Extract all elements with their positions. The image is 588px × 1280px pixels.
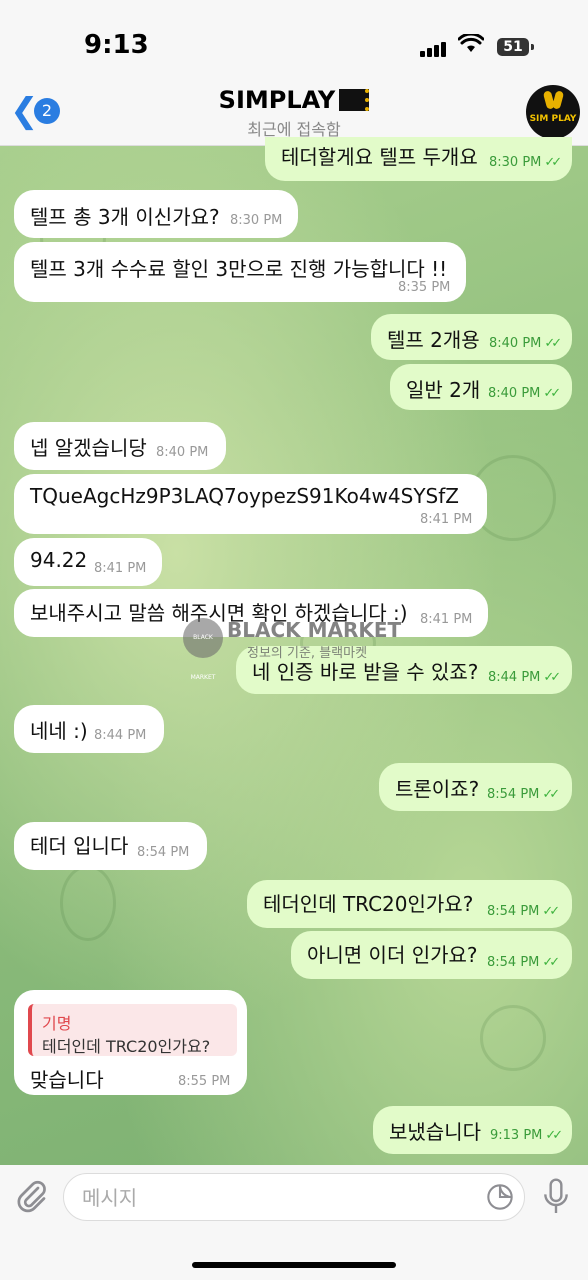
message-time: 8:35 PM <box>398 280 451 295</box>
message-time: 8:40 PM <box>489 336 542 351</box>
message-time: 8:44 PM <box>488 670 541 685</box>
message-time: 8:41 PM <box>94 561 147 576</box>
status-bar: 9:13 51 <box>0 0 588 80</box>
message-text: 일반 2개 <box>406 378 481 402</box>
watermark: BLACK MARKET BLACK MARKET 정보의 기준, 블랙마켓 <box>183 616 403 681</box>
message-bubble-outgoing[interactable]: 트론이죠? 8:54 PM ✓✓ <box>379 763 572 811</box>
message-time: 8:54 PM <box>487 904 540 919</box>
microphone-icon[interactable] <box>540 1177 572 1217</box>
reply-author: 기명 <box>42 1014 72 1033</box>
reply-text: 테더인데 TRC20인가요? <box>42 1037 211 1056</box>
message-bubble-outgoing[interactable]: 아니면 이더 인가요? 8:54 PM ✓✓ <box>291 931 572 979</box>
read-check-icon: ✓✓ <box>544 336 562 351</box>
message-time: 8:44 PM <box>94 728 147 743</box>
message-time: 8:30 PM <box>489 155 542 170</box>
message-text: 텔프 2개용 <box>387 328 480 352</box>
message-text: 94.22 <box>30 548 88 572</box>
watermark-title: BLACK MARKET <box>227 618 402 642</box>
message-text: 트론이죠? <box>395 777 480 801</box>
read-check-icon: ✓✓ <box>543 386 561 401</box>
message-text: 네네 :) <box>30 719 88 743</box>
message-text: 보냈습니다 <box>389 1120 481 1144</box>
avatar[interactable]: SIM PLAY <box>526 85 580 139</box>
message-bubble-incoming[interactable]: 텔프 총 3개 이신가요? 8:30 PM <box>14 190 298 238</box>
read-check-icon: ✓✓ <box>542 955 560 970</box>
message-input-wrapper <box>63 1173 525 1221</box>
wifi-icon <box>458 34 484 52</box>
message-bubble-incoming-reply[interactable]: 기명 테더인데 TRC20인가요? 맞습니다 8:55 PM <box>14 990 247 1095</box>
message-time: 8:40 PM <box>488 386 541 401</box>
message-time: 8:40 PM <box>156 445 209 460</box>
read-check-icon: ✓✓ <box>543 670 561 685</box>
read-check-icon: ✓✓ <box>542 787 560 802</box>
message-bubble-incoming[interactable]: 테더 입니다 8:54 PM <box>14 822 207 870</box>
message-time: 8:30 PM <box>230 213 283 228</box>
message-time: 9:13 PM <box>490 1128 543 1143</box>
message-meta: 9:13 PM ✓✓ <box>490 1128 563 1143</box>
message-bubble-outgoing[interactable]: 테더인데 TRC20인가요? 8:54 PM ✓✓ <box>247 880 572 928</box>
message-time: 8:54 PM <box>487 787 540 802</box>
message-meta: 8:30 PM ✓✓ <box>489 155 562 170</box>
chat-title[interactable]: SIMPLAY <box>0 86 588 114</box>
title-flag-icon <box>339 89 370 111</box>
home-indicator <box>192 1262 396 1268</box>
message-text: 텔프 3개 수수료 할인 3만으로 진행 가능합니다 !! <box>30 257 448 281</box>
message-bubble-incoming[interactable]: 네네 :) 8:44 PM <box>14 705 164 753</box>
message-meta: 8:44 PM ✓✓ <box>488 670 561 685</box>
message-text: 맞습니다 <box>30 1068 104 1092</box>
reply-quote[interactable]: 기명 테더인데 TRC20인가요? <box>28 1004 237 1056</box>
wallpaper-doodle <box>60 865 116 941</box>
message-time: 8:41 PM <box>420 612 473 627</box>
watermark-subtitle: 정보의 기준, 블랙마켓 <box>247 646 368 661</box>
message-meta: 8:54 PM ✓✓ <box>487 955 560 970</box>
message-bubble-outgoing[interactable]: 테더할게요 텔프 두개요 8:30 PM ✓✓ <box>265 137 572 181</box>
message-meta: 8:54 PM ✓✓ <box>487 787 560 802</box>
message-time: 8:54 PM <box>487 955 540 970</box>
read-check-icon: ✓✓ <box>544 155 562 170</box>
message-time: 8:54 PM <box>137 845 190 860</box>
paperclip-icon[interactable] <box>14 1179 50 1215</box>
chat-title-text: SIMPLAY <box>218 86 336 114</box>
message-bubble-outgoing[interactable]: 일반 2개 8:40 PM ✓✓ <box>390 364 572 410</box>
message-text: TQueAgcHz9P3LAQ7oypezS91Ko4w4SYSfZ <box>30 484 459 508</box>
message-text: 넵 알겠습니당 <box>30 436 147 460</box>
message-text: 테더인데 TRC20인가요? <box>263 892 474 916</box>
message-text: 텔프 총 3개 이신가요? <box>30 205 220 229</box>
message-meta: 8:40 PM ✓✓ <box>489 336 562 351</box>
message-time: 8:41 PM <box>420 512 473 527</box>
message-meta: 8:54 PM ✓✓ <box>487 904 560 919</box>
read-check-icon: ✓✓ <box>542 904 560 919</box>
message-bubble-incoming[interactable]: 94.22 8:41 PM <box>14 538 162 586</box>
message-text: 아니면 이더 인가요? <box>307 943 478 967</box>
message-bubble-incoming[interactable]: TQueAgcHz9P3LAQ7oypezS91Ko4w4SYSfZ 8:41 … <box>14 474 487 534</box>
watermark-badge: BLACK MARKET <box>183 618 223 681</box>
message-bubble-incoming[interactable]: 텔프 3개 수수료 할인 3만으로 진행 가능합니다 !! 8:35 PM <box>14 242 466 302</box>
battery-icon: 51 <box>497 38 534 56</box>
message-meta: 8:40 PM ✓✓ <box>488 386 561 401</box>
bunny-ear-icon <box>551 90 565 110</box>
message-bubble-outgoing[interactable]: 텔프 2개용 8:40 PM ✓✓ <box>371 314 572 360</box>
sticker-icon[interactable] <box>486 1183 514 1211</box>
message-bubble-outgoing[interactable]: 보냈습니다 9:13 PM ✓✓ <box>373 1106 572 1154</box>
message-bubble-incoming[interactable]: 넵 알겠습니당 8:40 PM <box>14 422 226 470</box>
wallpaper-doodle <box>480 1005 546 1071</box>
message-text: 테더할게요 텔프 두개요 <box>281 145 478 169</box>
message-time: 8:55 PM <box>178 1074 231 1089</box>
status-time: 9:13 <box>84 30 149 60</box>
message-input[interactable] <box>80 1182 484 1214</box>
read-check-icon: ✓✓ <box>545 1128 563 1143</box>
avatar-logo-text: SIM PLAY <box>529 114 577 124</box>
message-text: 테더 입니다 <box>30 834 129 858</box>
cellular-signal-icon <box>420 38 448 57</box>
